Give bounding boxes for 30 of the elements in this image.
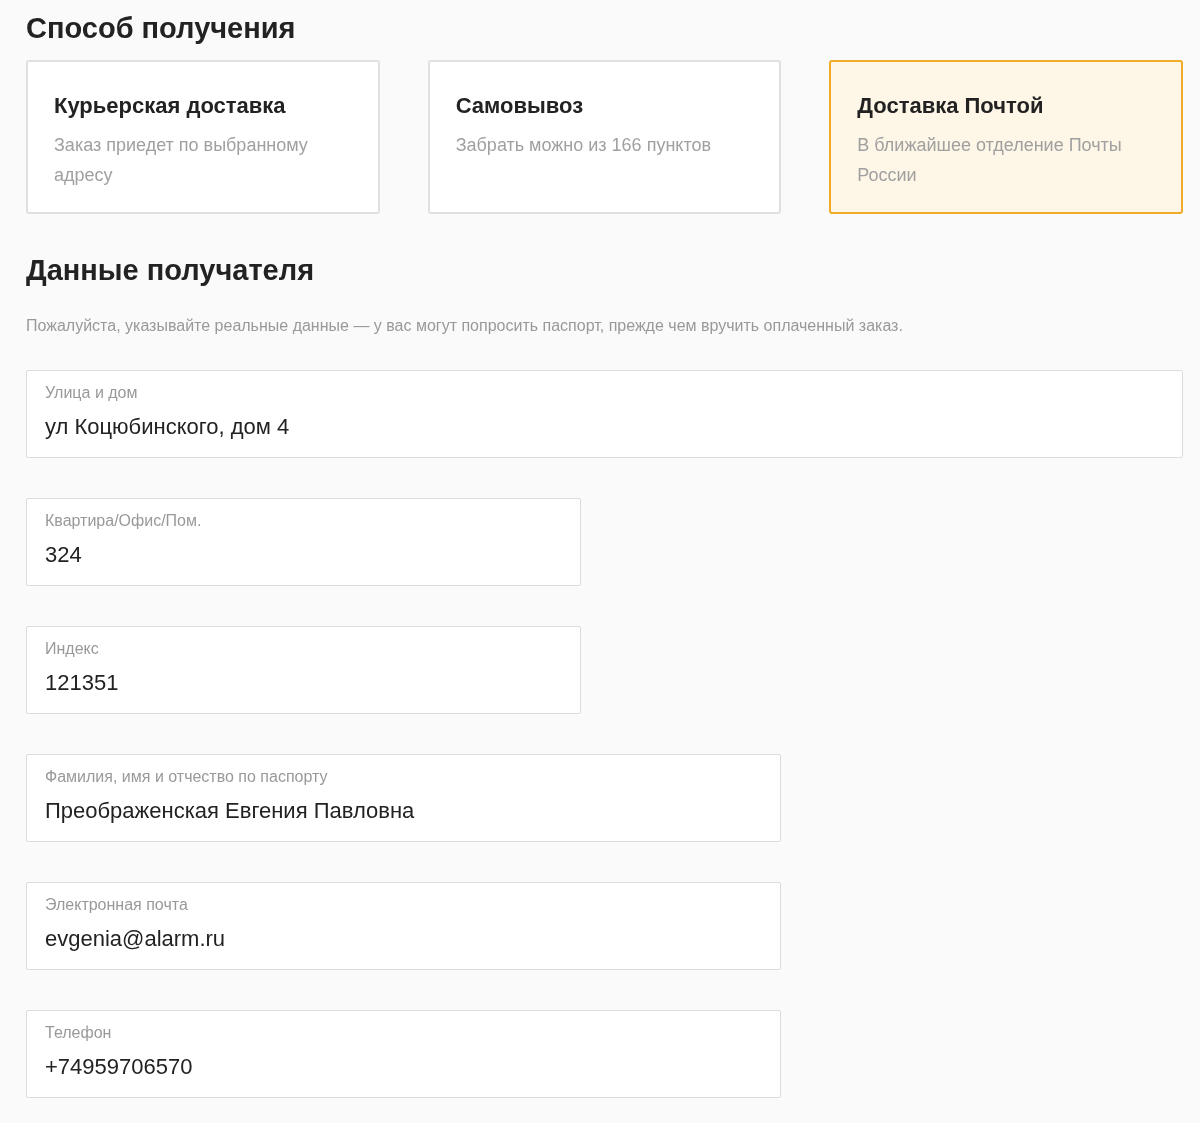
field-input[interactable]: ул Коцюбинского, дом 4 [45, 413, 1164, 441]
field-input[interactable]: evgenia@alarm.ru [45, 925, 762, 953]
option-title: Самовывоз [455, 92, 585, 120]
text-field[interactable]: Индекс 121351 [26, 626, 581, 714]
section-heading: Способ получения [26, 11, 297, 46]
field-label: Квартира/Офис/Пом. [45, 511, 203, 531]
field-label: Фамилия, имя и отчество по паспорту [45, 767, 329, 787]
text-field[interactable]: Квартира/Офис/Пом. 324 [26, 498, 581, 586]
delivery-option-card[interactable]: Курьерская доставка Заказ приедет по выбранному адресу [26, 60, 380, 214]
text-field[interactable]: Улица и дом ул Коцюбинского, дом 4 [26, 370, 1183, 458]
option-title: Доставка Почтой [857, 92, 1045, 120]
text-field[interactable]: Фамилия, имя и отчество по паспорту Преображенская Евгения Павловна [26, 754, 781, 842]
delivery-option-card[interactable]: Доставка Почтой В ближайшее отделение Почты России [829, 60, 1183, 214]
section-heading: Данные получателя [26, 253, 316, 288]
field-label: Индекс [45, 639, 100, 659]
option-description: Забрать можно из 166 пунктов [455, 134, 712, 157]
delivery-option-card[interactable]: Самовывоз Забрать можно из 166 пунктов [427, 60, 782, 214]
field-input[interactable]: Преображенская Евгения Павловна [45, 797, 762, 825]
text-field[interactable]: Электронная почта evgenia@alarm.ru [26, 882, 781, 970]
field-label: Улица и дом [45, 383, 139, 403]
option-description: В ближайшее отделение Почты России [857, 134, 1123, 187]
field-input[interactable]: 121351 [45, 669, 562, 697]
field-input[interactable]: 324 [45, 541, 562, 569]
field-label: Телефон [45, 1023, 113, 1043]
field-label: Электронная почта [45, 895, 189, 915]
option-title: Курьерская доставка [54, 92, 287, 120]
notice-text: Пожалуйста, указывайте реальные данные — у вас могут попросить паспорт, прежде чем вручить оплаченный заказ. [26, 316, 904, 336]
field-input[interactable]: +74959706570 [45, 1053, 762, 1081]
option-description: Заказ приедет по выбранному адресу [54, 134, 309, 187]
text-field[interactable]: Телефон +74959706570 [26, 1010, 781, 1098]
